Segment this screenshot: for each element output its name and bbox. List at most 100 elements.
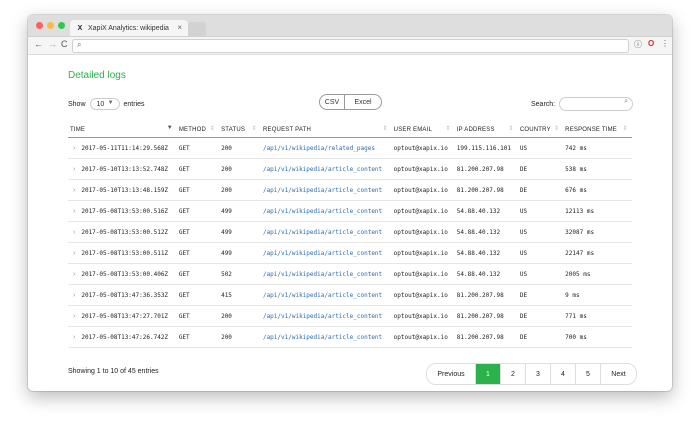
expand-row-icon[interactable]: › xyxy=(73,292,75,299)
cell-value: 12113 ms xyxy=(565,207,595,215)
column-header-method[interactable]: METHOD ⇕ xyxy=(176,122,220,138)
cell-value: DE xyxy=(519,291,528,299)
cell-value[interactable]: /api/v1/wikipedia/article_content xyxy=(263,208,382,215)
search-icon: ⌕ xyxy=(624,98,629,105)
cell-method: GET xyxy=(176,284,220,306)
page-button-2[interactable]: 2 xyxy=(500,364,525,384)
page-button-3[interactable]: 3 xyxy=(525,364,550,384)
cell-time: › 2017-05-08T13:47:36.353Z xyxy=(68,284,177,306)
table-row[interactable]: › 2017-05-10T13:13:52.748Z GET 200/api/v1/w… xyxy=(68,158,632,180)
new-tab-button[interactable] xyxy=(188,22,206,36)
cell-time: › 2017-05-10T13:13:52.748Z xyxy=(68,158,177,180)
cell-value[interactable]: /api/v1/wikipedia/article_content xyxy=(263,271,382,278)
cell-status: 415 xyxy=(219,284,261,306)
cell-value: US xyxy=(519,144,528,152)
pagination: Previous 1 2 3 4 5 Next xyxy=(426,363,637,385)
cell-value: GET xyxy=(178,207,190,215)
expand-row-icon[interactable]: › xyxy=(73,313,75,320)
cell-value[interactable]: /api/v1/wikipedia/article_content xyxy=(263,187,382,194)
column-header-time[interactable]: TIME ▼ xyxy=(68,122,177,138)
table-row[interactable]: › 2017-05-08T13:53:00.512Z GET 499/api/v1/w… xyxy=(68,221,632,243)
expand-row-icon[interactable]: › xyxy=(73,145,75,152)
cell-value: GET xyxy=(178,144,190,152)
page-button-5[interactable]: 5 xyxy=(575,364,600,384)
opera-extension-icon[interactable]: O xyxy=(648,39,654,48)
page-length-select[interactable]: 10 ▼ xyxy=(89,98,120,110)
column-header-ip-address[interactable]: IP ADDRESS ⇕ xyxy=(454,122,518,138)
forward-icon[interactable]: → xyxy=(48,39,57,49)
next-page-button[interactable]: Next xyxy=(600,364,636,384)
maximize-window-button[interactable] xyxy=(58,22,65,29)
cell-value: optout@xapix.io xyxy=(393,207,448,215)
expand-row-icon[interactable]: › xyxy=(73,166,75,173)
cell-request-path: /api/v1/wikipedia/article_content xyxy=(260,284,392,306)
cell-method: GET xyxy=(176,179,220,201)
page-button-1[interactable]: 1 xyxy=(475,364,500,384)
table-row[interactable]: › 2017-05-10T13:13:48.159Z GET 200/api/v1/w… xyxy=(68,179,632,201)
cell-status: 200 xyxy=(219,326,261,348)
cell-request-path: /api/v1/wikipedia/article_content xyxy=(260,242,392,264)
expand-row-icon[interactable]: › xyxy=(73,250,75,257)
cell-value: 2017-05-08T13:47:27.701Z xyxy=(81,312,169,320)
cell-value: 2017-05-10T13:13:52.748Z xyxy=(81,165,169,173)
column-header-user-email[interactable]: USER EMAIL ⇕ xyxy=(391,122,455,138)
column-header-response-time[interactable]: RESPONSE TIME ⇕ xyxy=(563,122,632,138)
cell-ip-address: 81.200.207.98 xyxy=(454,179,518,201)
cell-value: 499 xyxy=(221,228,232,236)
back-icon[interactable]: ← xyxy=(34,39,43,49)
cell-value[interactable]: /api/v1/wikipedia/related_pages xyxy=(263,145,375,152)
reload-icon[interactable]: C xyxy=(61,39,68,49)
cell-value: US xyxy=(519,270,528,278)
tab-close-icon[interactable]: × xyxy=(177,23,182,32)
expand-row-icon[interactable]: › xyxy=(73,229,75,236)
entries-label: entries xyxy=(123,100,145,108)
page-button-4[interactable]: 4 xyxy=(550,364,575,384)
cell-country: US xyxy=(517,200,564,222)
info-icon[interactable]: ⓘ xyxy=(634,39,642,50)
column-header-status[interactable]: STATUS ⇕ xyxy=(219,122,261,138)
table-row[interactable]: › 2017-05-08T13:53:00.406Z GET 502/api/v1/w… xyxy=(68,263,632,285)
cell-country: US xyxy=(517,263,564,285)
xapix-favicon-icon: X xyxy=(77,24,83,32)
column-header-request-path[interactable]: REQUEST PATH ⇕ xyxy=(260,122,392,138)
cell-response-time: 538 ms xyxy=(563,158,632,180)
cell-status: 200 xyxy=(219,137,261,159)
column-header-country[interactable]: COUNTRY ⇕ xyxy=(517,122,564,138)
cell-value: optout@xapix.io xyxy=(393,270,448,278)
cell-value[interactable]: /api/v1/wikipedia/article_content xyxy=(263,313,382,320)
expand-row-icon[interactable]: › xyxy=(73,208,75,215)
cell-request-path: /api/v1/wikipedia/article_content xyxy=(260,221,392,243)
cell-value[interactable]: /api/v1/wikipedia/article_content xyxy=(263,292,382,299)
table-row[interactable]: › 2017-05-11T11:14:29.568Z GET 200/api/v1/w… xyxy=(68,137,632,159)
table-row[interactable]: › 2017-05-08T13:53:00.516Z GET 499/api/v1/w… xyxy=(68,200,632,222)
expand-row-icon[interactable]: › xyxy=(73,187,75,194)
cell-time: › 2017-05-11T11:14:29.568Z xyxy=(68,137,177,159)
table-row[interactable]: › 2017-05-08T13:53:00.511Z GET 499/api/v1/w… xyxy=(68,242,632,264)
address-bar[interactable]: ⌕ xyxy=(72,39,629,53)
cell-user-email: optout@xapix.io xyxy=(391,179,455,201)
csv-export-button[interactable]: CSV xyxy=(319,94,345,110)
cell-value[interactable]: /api/v1/wikipedia/article_content xyxy=(263,166,382,173)
close-window-button[interactable] xyxy=(36,22,43,29)
excel-export-button[interactable]: Excel xyxy=(345,94,382,110)
cell-value: optout@xapix.io xyxy=(393,333,448,341)
cell-value: 771 ms xyxy=(565,312,587,320)
cell-value[interactable]: /api/v1/wikipedia/article_content xyxy=(263,250,382,257)
search-input[interactable]: ⌕ xyxy=(559,97,634,111)
cell-value[interactable]: /api/v1/wikipedia/article_content xyxy=(263,229,382,236)
previous-page-button[interactable]: Previous xyxy=(427,364,475,384)
cell-response-time: 2005 ms xyxy=(563,263,632,285)
menu-icon[interactable]: ⋮ xyxy=(661,39,669,48)
cell-method: GET xyxy=(176,158,220,180)
cell-value: DE xyxy=(519,333,528,341)
browser-tab[interactable]: X XapiX Analytics: wikipedia × xyxy=(70,20,188,36)
cell-request-path: /api/v1/wikipedia/article_content xyxy=(260,179,392,201)
table-row[interactable]: › 2017-05-08T13:47:26.742Z GET 200/api/v1/w… xyxy=(68,326,632,348)
table-row[interactable]: › 2017-05-08T13:47:36.353Z GET 415/api/v1/w… xyxy=(68,284,632,306)
table-row[interactable]: › 2017-05-08T13:47:27.701Z GET 200/api/v1/w… xyxy=(68,305,632,327)
cell-user-email: optout@xapix.io xyxy=(391,200,455,222)
expand-row-icon[interactable]: › xyxy=(73,271,75,278)
cell-value[interactable]: /api/v1/wikipedia/article_content xyxy=(263,334,382,341)
expand-row-icon[interactable]: › xyxy=(73,334,75,341)
minimize-window-button[interactable] xyxy=(47,22,54,29)
